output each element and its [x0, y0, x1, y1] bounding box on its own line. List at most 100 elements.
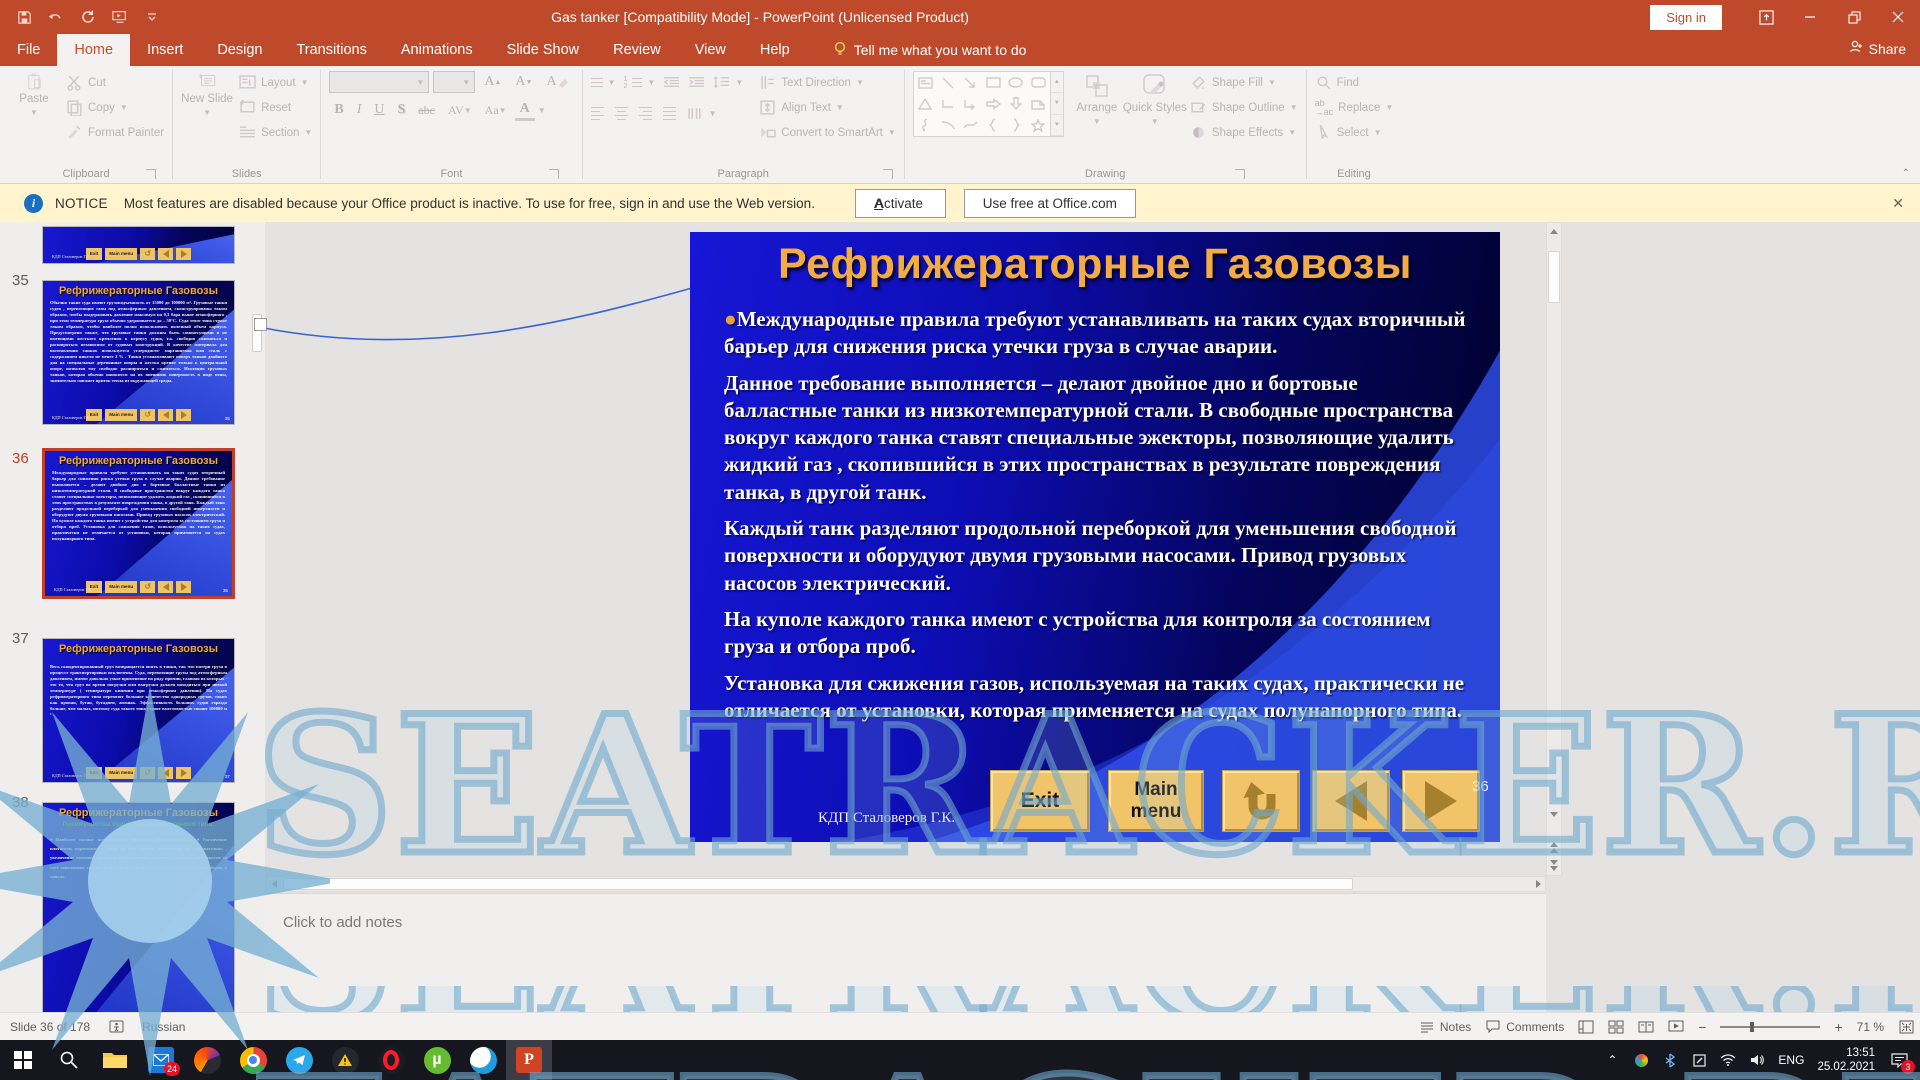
previous-slide-button[interactable]: [1550, 842, 1558, 853]
slide-previous-button[interactable]: [1312, 770, 1390, 832]
slide-body[interactable]: ●Международные правила требуют устанавли…: [724, 306, 1474, 733]
font-name-combobox[interactable]: ▼: [329, 71, 429, 93]
taskbar-search-icon[interactable]: [46, 1040, 92, 1080]
tray-clock[interactable]: 13:5125.02.2021: [1817, 1046, 1875, 1075]
shape-triangle-icon[interactable]: [918, 98, 932, 110]
increase-font-size-button[interactable]: A▲: [479, 71, 506, 93]
zoom-slider[interactable]: [1720, 1026, 1820, 1028]
shape-star-icon[interactable]: [1031, 119, 1045, 132]
tab-slide-show[interactable]: Slide Show: [490, 34, 597, 66]
notice-close-icon[interactable]: ✕: [1892, 195, 1904, 212]
paste-button[interactable]: Paste▼: [8, 71, 60, 163]
zoom-out-icon[interactable]: −: [1698, 1019, 1706, 1035]
customize-qat-icon[interactable]: [144, 9, 160, 25]
clear-formatting-button[interactable]: A: [541, 71, 573, 93]
bluetooth-icon[interactable]: [1662, 1052, 1678, 1068]
ribbon-display-options-icon[interactable]: [1744, 0, 1788, 34]
utorrent-icon[interactable]: µ: [414, 1040, 460, 1080]
drawing-dialog-launcher[interactable]: [1235, 169, 1245, 179]
new-slide-button[interactable]: New Slide▼: [181, 71, 233, 163]
select-button[interactable]: Select▼: [1315, 121, 1394, 144]
powerpoint-taskbar-icon[interactable]: P: [506, 1040, 552, 1080]
bullets-button[interactable]: ▼: [591, 71, 616, 94]
align-left-button[interactable]: [591, 107, 604, 121]
close-button[interactable]: [1876, 0, 1920, 34]
font-dialog-launcher[interactable]: [549, 169, 559, 179]
horizontal-scrollbar[interactable]: [266, 876, 1546, 892]
scroll-down-icon[interactable]: [1550, 817, 1558, 835]
align-right-button[interactable]: [639, 107, 652, 121]
font-size-combobox[interactable]: ▼: [433, 71, 475, 93]
cut-button[interactable]: Cut: [66, 71, 164, 94]
share-button[interactable]: Share: [1849, 40, 1906, 57]
font-color-dropdown[interactable]: ▼: [538, 106, 546, 115]
normal-view-icon[interactable]: [1578, 1020, 1594, 1034]
reset-button[interactable]: Reset: [239, 96, 312, 119]
underline-button[interactable]: U: [369, 99, 389, 121]
reading-view-icon[interactable]: [1638, 1020, 1654, 1034]
font-color-button[interactable]: A: [515, 99, 535, 121]
zoom-level[interactable]: 71 %: [1857, 1020, 1884, 1034]
use-free-button[interactable]: Use free at Office.com: [964, 189, 1136, 218]
tab-insert[interactable]: Insert: [130, 34, 200, 66]
yandex-app-icon[interactable]: [322, 1040, 368, 1080]
thumbnail-slide-36-selected[interactable]: Рефрижераторные Газовозы Международные п…: [42, 448, 235, 599]
tab-transitions[interactable]: Transitions: [279, 34, 383, 66]
shape-fill-button[interactable]: Shape Fill▼: [1190, 71, 1298, 94]
quick-styles-button[interactable]: Quick Styles▼: [1130, 71, 1180, 163]
tab-design[interactable]: Design: [200, 34, 279, 66]
start-from-beginning-icon[interactable]: [112, 9, 128, 25]
vertical-scrollbar[interactable]: [1546, 222, 1562, 876]
tab-file[interactable]: File: [0, 34, 57, 66]
text-direction-button[interactable]: Text Direction▼: [759, 71, 896, 94]
shape-oval-icon[interactable]: [1008, 77, 1023, 88]
bold-button[interactable]: B: [329, 99, 348, 121]
scroll-up-icon[interactable]: [1547, 224, 1561, 238]
decrease-indent-button[interactable]: [663, 71, 680, 94]
align-center-button[interactable]: [615, 107, 628, 121]
convert-to-smartart-button[interactable]: Convert to SmartArt▼: [759, 121, 896, 144]
mail-app-icon[interactable]: 24: [138, 1040, 184, 1080]
paragraph-dialog-launcher[interactable]: [883, 169, 893, 179]
tab-view[interactable]: View: [678, 34, 743, 66]
shape-down-arrow-icon[interactable]: [1010, 97, 1022, 110]
shape-scribble-icon[interactable]: [919, 118, 931, 132]
notes-toggle[interactable]: Notes: [1419, 1020, 1471, 1034]
shape-left-brace-icon[interactable]: [989, 118, 997, 132]
file-explorer-icon[interactable]: [92, 1040, 138, 1080]
sign-in-button[interactable]: Sign in: [1650, 5, 1722, 30]
curve-shape[interactable]: [250, 270, 700, 370]
layout-button[interactable]: Layout▼: [239, 71, 312, 94]
shape-effects-button[interactable]: Shape Effects▼: [1190, 121, 1298, 144]
tab-help[interactable]: Help: [743, 34, 807, 66]
scroll-left-icon[interactable]: [267, 877, 281, 891]
slide-title[interactable]: Рефрижераторные Газовозы: [690, 240, 1500, 289]
color-app-tray-icon[interactable]: [1633, 1052, 1649, 1068]
minimize-button[interactable]: [1788, 0, 1832, 34]
increase-indent-button[interactable]: [688, 71, 705, 94]
shape-outline-button[interactable]: Shape Outline▼: [1190, 96, 1298, 119]
opera-browser-icon[interactable]: [368, 1040, 414, 1080]
shape-selection-handle[interactable]: [254, 318, 267, 331]
align-text-button[interactable]: Align Text▼: [759, 96, 896, 119]
shape-rectangle-icon[interactable]: [986, 77, 1001, 88]
tell-me-box[interactable]: Tell me what you want to do: [833, 34, 1027, 66]
shape-snip-corner-icon[interactable]: [1031, 98, 1045, 110]
shape-curve-icon[interactable]: [963, 120, 978, 130]
replace-button[interactable]: ab→acReplace▼: [1315, 96, 1394, 119]
language-indicator[interactable]: Russian: [142, 1020, 185, 1034]
firefox-browser-icon[interactable]: [184, 1040, 230, 1080]
numbering-button[interactable]: 12▼: [624, 71, 656, 94]
slide-sorter-view-icon[interactable]: [1608, 1020, 1624, 1034]
collapse-ribbon-icon[interactable]: ⌃: [1902, 168, 1910, 179]
thumbnail-slide-38-partial[interactable]: Рефрижераторные Газовозы Преимущества су…: [42, 802, 235, 1012]
find-button[interactable]: Find: [1315, 71, 1394, 94]
slide-next-button[interactable]: [1402, 770, 1480, 832]
vertical-scrollbar-thumb[interactable]: [1548, 251, 1560, 303]
scroll-right-icon[interactable]: [1531, 877, 1545, 891]
notes-placeholder[interactable]: Click to add notes: [283, 914, 402, 931]
shape-right-arrow-icon[interactable]: [986, 98, 1001, 110]
slide-show-view-icon[interactable]: [1668, 1020, 1684, 1034]
accessibility-checker-icon[interactable]: [108, 1020, 124, 1034]
volume-icon[interactable]: [1749, 1052, 1765, 1068]
